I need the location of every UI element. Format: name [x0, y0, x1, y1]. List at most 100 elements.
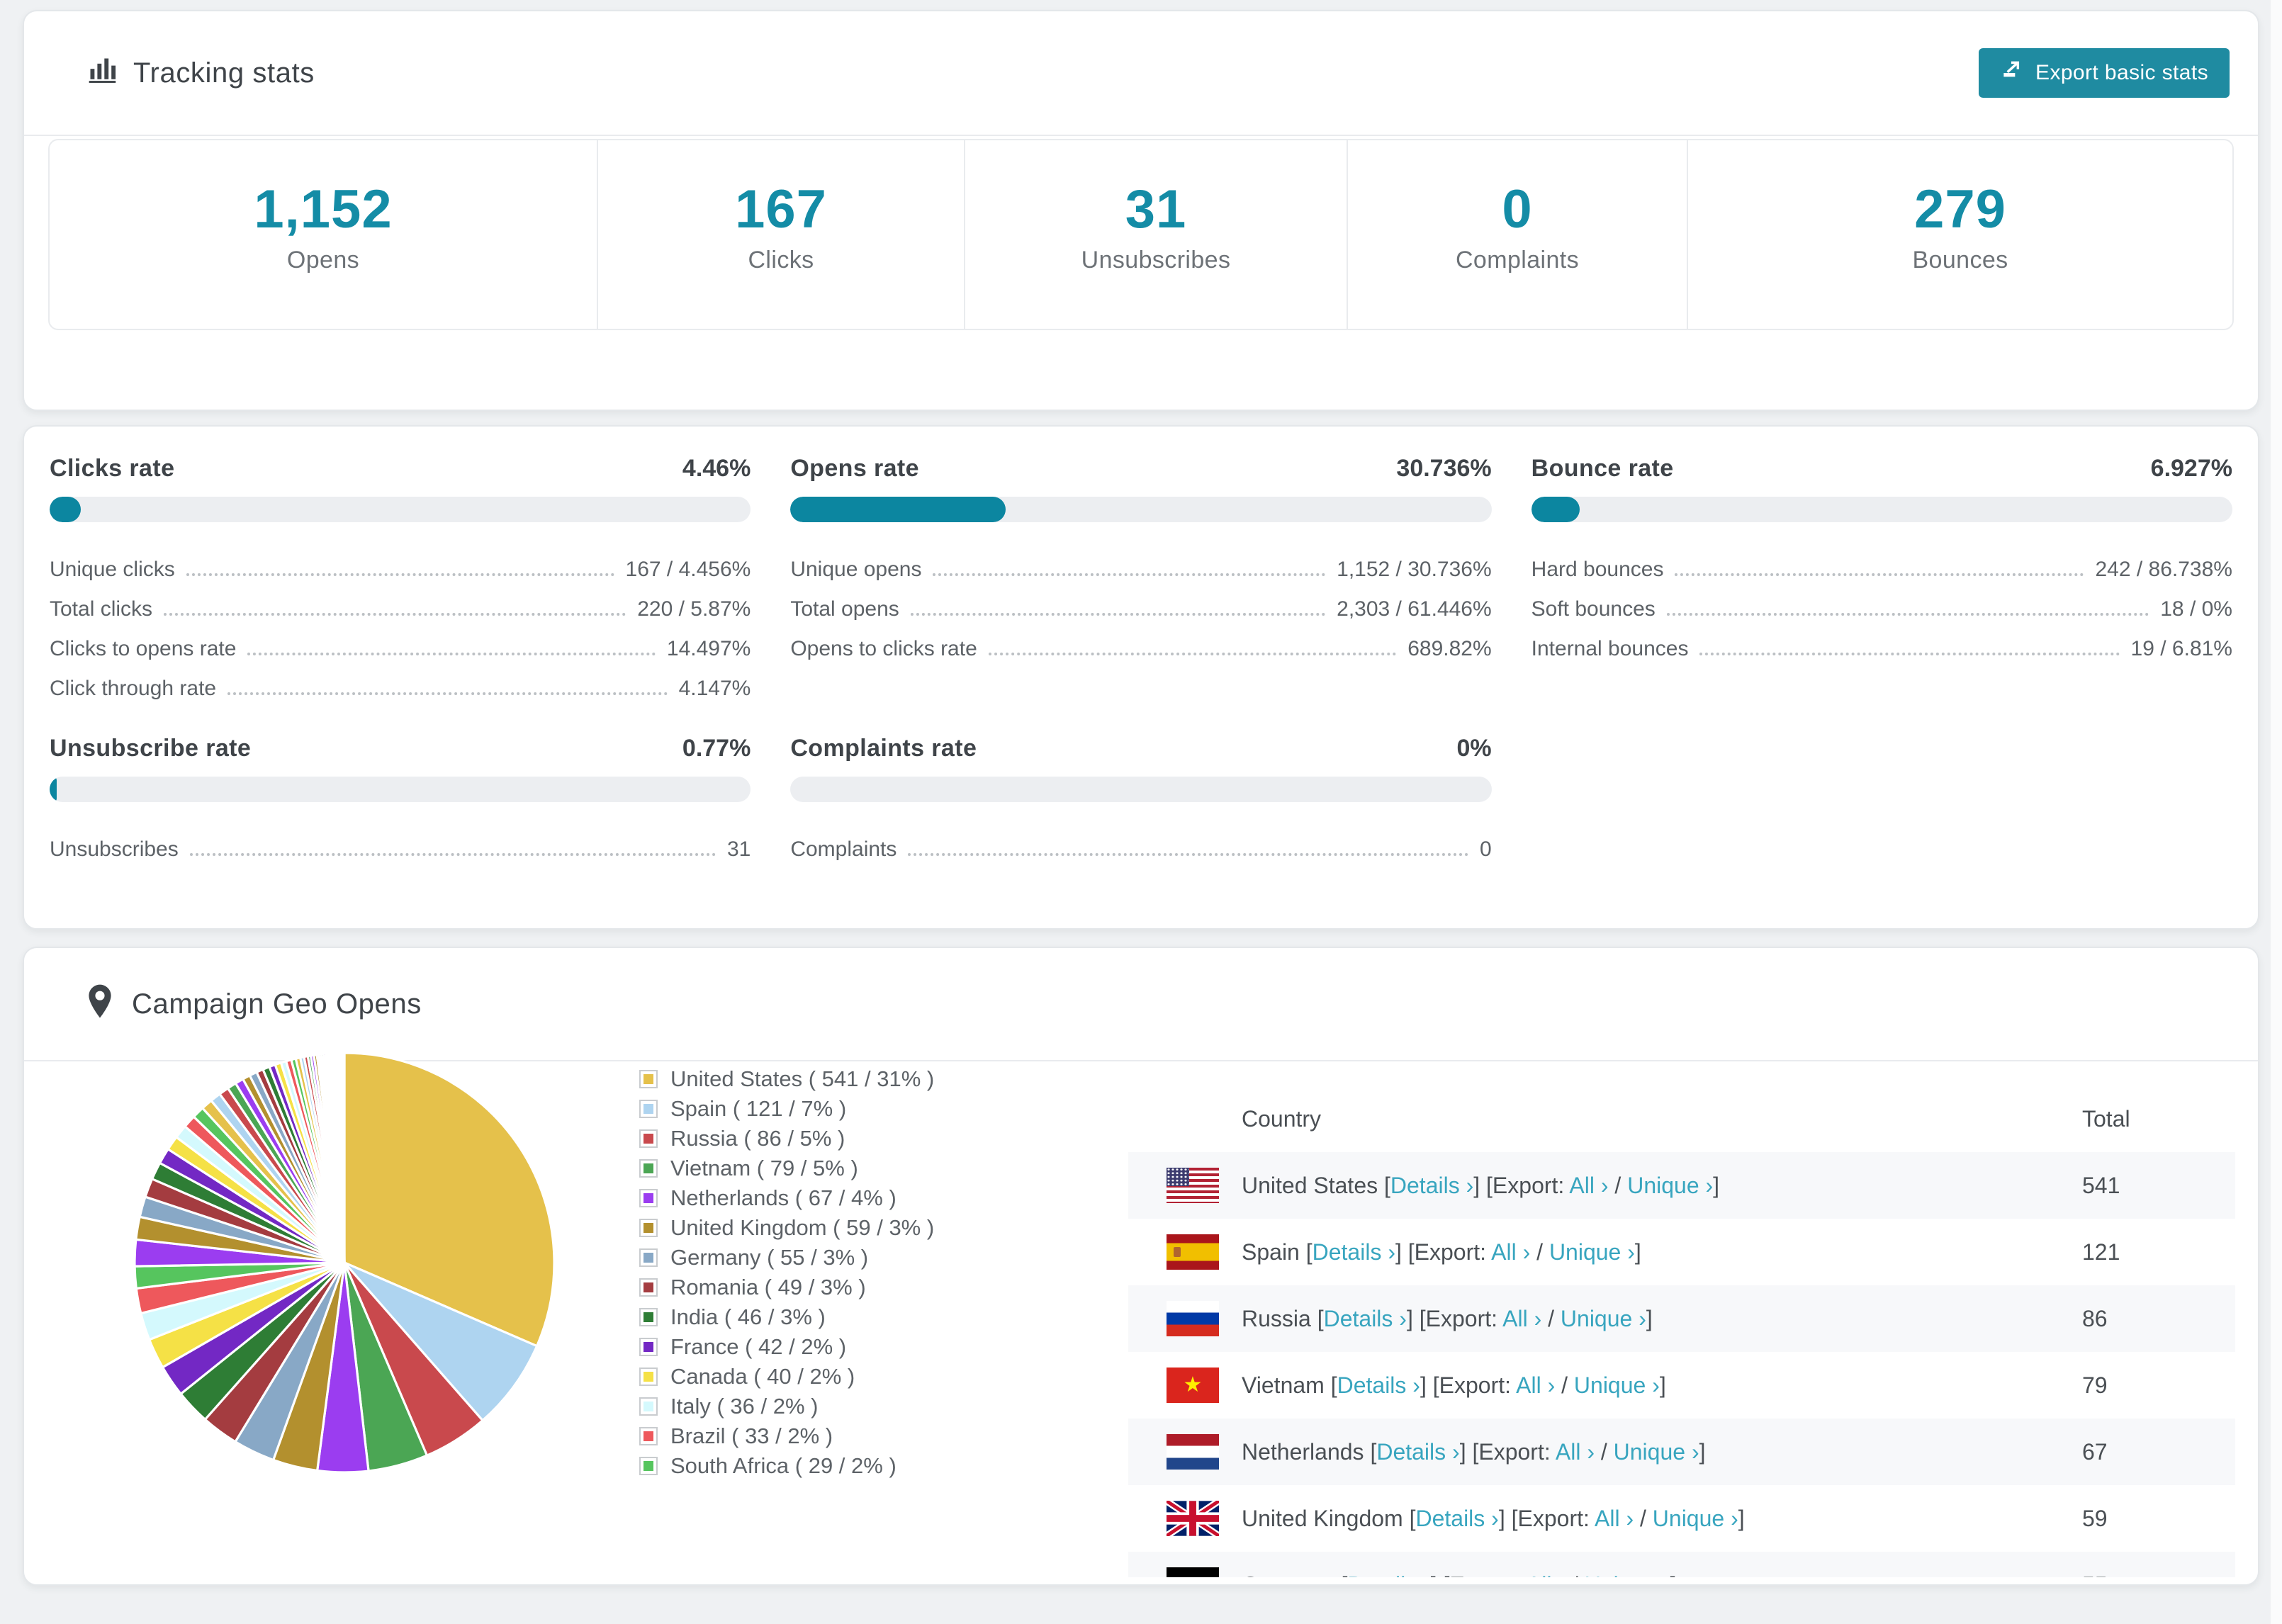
legend-item: Romania ( 49 / 3% ): [639, 1273, 934, 1302]
rate-stat-row: Soft bounces 18 / 0%: [1531, 582, 2232, 621]
rate-stat-row: Total opens 2,303 / 61.446%: [790, 582, 1491, 621]
export-unique-link[interactable]: Unique ›: [1614, 1439, 1699, 1465]
rate-stat-value: 220 / 5.87%: [637, 597, 751, 621]
rate-stat-label: Internal bounces: [1531, 637, 1689, 660]
rate-progress-fill: [50, 497, 82, 522]
country-name: Vietnam: [1242, 1372, 1325, 1398]
dotted-leader: [247, 653, 656, 655]
details-link[interactable]: Details ›: [1347, 1572, 1430, 1578]
country-name: United Kingdom: [1242, 1505, 1403, 1531]
rate-progress-track: [790, 777, 1492, 802]
country-total: 67: [2082, 1438, 2108, 1465]
details-link[interactable]: Details ›: [1337, 1372, 1420, 1398]
geo-table-header: Country Total: [1128, 1061, 2235, 1152]
details-link[interactable]: Details ›: [1390, 1173, 1473, 1198]
export-unique-link[interactable]: Unique ›: [1549, 1239, 1635, 1265]
dotted-leader: [1675, 573, 2084, 576]
us-flag-icon: [1167, 1168, 1219, 1203]
export-basic-stats-button[interactable]: Export basic stats: [1979, 48, 2230, 98]
export-all-link[interactable]: All ›: [1491, 1239, 1530, 1265]
legend-swatch: [639, 1338, 658, 1356]
details-link[interactable]: Details ›: [1376, 1439, 1459, 1465]
legend-label: Romania ( 49 / 3% ): [670, 1275, 866, 1299]
rate-stat-value: 0: [1479, 838, 1492, 861]
rate-stat-label: Unique opens: [790, 558, 922, 581]
rate-stat-value: 689.82%: [1407, 637, 1492, 660]
export-all-link[interactable]: All ›: [1527, 1572, 1566, 1578]
legend-label: South Africa ( 29 / 2% ): [670, 1453, 896, 1478]
details-link[interactable]: Details ›: [1415, 1506, 1498, 1531]
rate-stat-label: Unique clicks: [50, 558, 175, 581]
details-link[interactable]: Details ›: [1313, 1239, 1395, 1265]
rate-stat-value: 1,152 / 30.736%: [1337, 558, 1492, 581]
clicks-count: 167: [735, 179, 827, 239]
rate-stat-row: Internal bounces 19 / 6.81%: [1531, 621, 2232, 661]
rate-block-opens-rate: Opens rate 30.736% Unique opens 1,152 / …: [790, 455, 1492, 701]
vietnam-flag-icon: ★: [1167, 1368, 1219, 1403]
geo-country-table: Country Total United States [Details ›] …: [1128, 1061, 2235, 1577]
legend-swatch: [639, 1070, 658, 1088]
rate-stat-value: 2,303 / 61.446%: [1337, 597, 1492, 621]
country-total: 79: [2082, 1372, 2108, 1398]
russia-flag-icon: [1167, 1301, 1219, 1336]
legend-label: Russia ( 86 / 5% ): [670, 1126, 845, 1151]
country-cell: Vietnam [Details ›] [Export: All › / Uni…: [1242, 1372, 1666, 1398]
export-all-link[interactable]: All ›: [1595, 1506, 1634, 1531]
export-all-link[interactable]: All ›: [1516, 1372, 1555, 1398]
rate-title: Unsubscribe rate: [50, 735, 252, 762]
rate-stat-row: Total clicks 220 / 5.87%: [50, 582, 751, 621]
legend-item: Russia ( 86 / 5% ): [639, 1124, 934, 1154]
rate-title: Clicks rate: [50, 455, 175, 482]
legend-item: South Africa ( 29 / 2% ): [639, 1451, 934, 1481]
complaints-label: Complaints: [1455, 247, 1580, 274]
geo-table-row-us: United States [Details ›] [Export: All ›…: [1128, 1152, 2235, 1219]
export-unique-link[interactable]: Unique ›: [1561, 1306, 1646, 1331]
legend-swatch: [639, 1219, 658, 1237]
legend-label: Spain ( 121 / 7% ): [670, 1096, 847, 1121]
column-header-total: Total: [2082, 1106, 2130, 1132]
export-unique-link[interactable]: Unique ›: [1627, 1173, 1713, 1198]
rate-value: 30.736%: [1396, 455, 1492, 482]
details-link[interactable]: Details ›: [1324, 1306, 1407, 1331]
legend-swatch: [639, 1368, 658, 1386]
legend-item: India ( 46 / 3% ): [639, 1302, 934, 1332]
legend-label: United Kingdom ( 59 / 3% ): [670, 1215, 935, 1240]
dotted-leader: [1666, 613, 2149, 616]
legend-swatch: [639, 1457, 658, 1475]
legend-label: Vietnam ( 79 / 5% ): [670, 1156, 858, 1180]
rate-block-unsubscribe-rate: Unsubscribe rate 0.77% Unsubscribes 31: [50, 735, 751, 862]
opens-count: 1,152: [254, 179, 393, 239]
rate-stat-label: Total clicks: [50, 597, 153, 621]
export-all-link[interactable]: All ›: [1502, 1306, 1541, 1331]
map-pin-icon: [86, 983, 113, 1025]
export-unique-link[interactable]: Unique ›: [1585, 1572, 1670, 1578]
legend-item: Brazil ( 33 / 2% ): [639, 1421, 934, 1451]
legend-label: India ( 46 / 3% ): [670, 1304, 826, 1329]
stat-box-clicks: 167 Clicks: [597, 140, 964, 329]
export-unique-link[interactable]: Unique ›: [1574, 1372, 1660, 1398]
rate-stat-value: 167 / 4.456%: [625, 558, 751, 581]
export-all-link[interactable]: All ›: [1569, 1173, 1608, 1198]
legend-item: Netherlands ( 67 / 4% ): [639, 1183, 934, 1213]
rate-stat-row: Opens to clicks rate 689.82%: [790, 621, 1491, 661]
legend-swatch: [639, 1100, 658, 1118]
export-all-link[interactable]: All ›: [1556, 1439, 1595, 1465]
rates-grid: Clicks rate 4.46% Unique clicks 167 / 4.…: [50, 455, 2232, 862]
scrollbar[interactable]: [2271, 0, 2282, 1624]
legend-label: United States ( 541 / 31% ): [670, 1066, 935, 1091]
legend-label: Canada ( 40 / 2% ): [670, 1364, 855, 1389]
legend-item: United States ( 541 / 31% ): [639, 1064, 934, 1094]
tracking-stats-card: Tracking stats Export basic stats 1,152 …: [23, 10, 2259, 411]
export-unique-link[interactable]: Unique ›: [1653, 1506, 1738, 1531]
rate-stat-value: 31: [726, 838, 751, 861]
country-cell: United States [Details ›] [Export: All ›…: [1242, 1172, 1720, 1198]
dotted-leader: [164, 613, 626, 616]
geo-table-row-ru: Russia [Details ›] [Export: All › / Uniq…: [1128, 1285, 2235, 1352]
country-name: Spain: [1242, 1239, 1300, 1265]
legend-label: Germany ( 55 / 3% ): [670, 1245, 869, 1270]
rate-progress-track: [790, 497, 1492, 522]
country-name: Germany: [1242, 1572, 1335, 1578]
legend-swatch: [639, 1248, 658, 1267]
rate-stat-label: Complaints: [790, 838, 897, 861]
geo-table-row-nl: Netherlands [Details ›] [Export: All › /…: [1128, 1419, 2235, 1485]
